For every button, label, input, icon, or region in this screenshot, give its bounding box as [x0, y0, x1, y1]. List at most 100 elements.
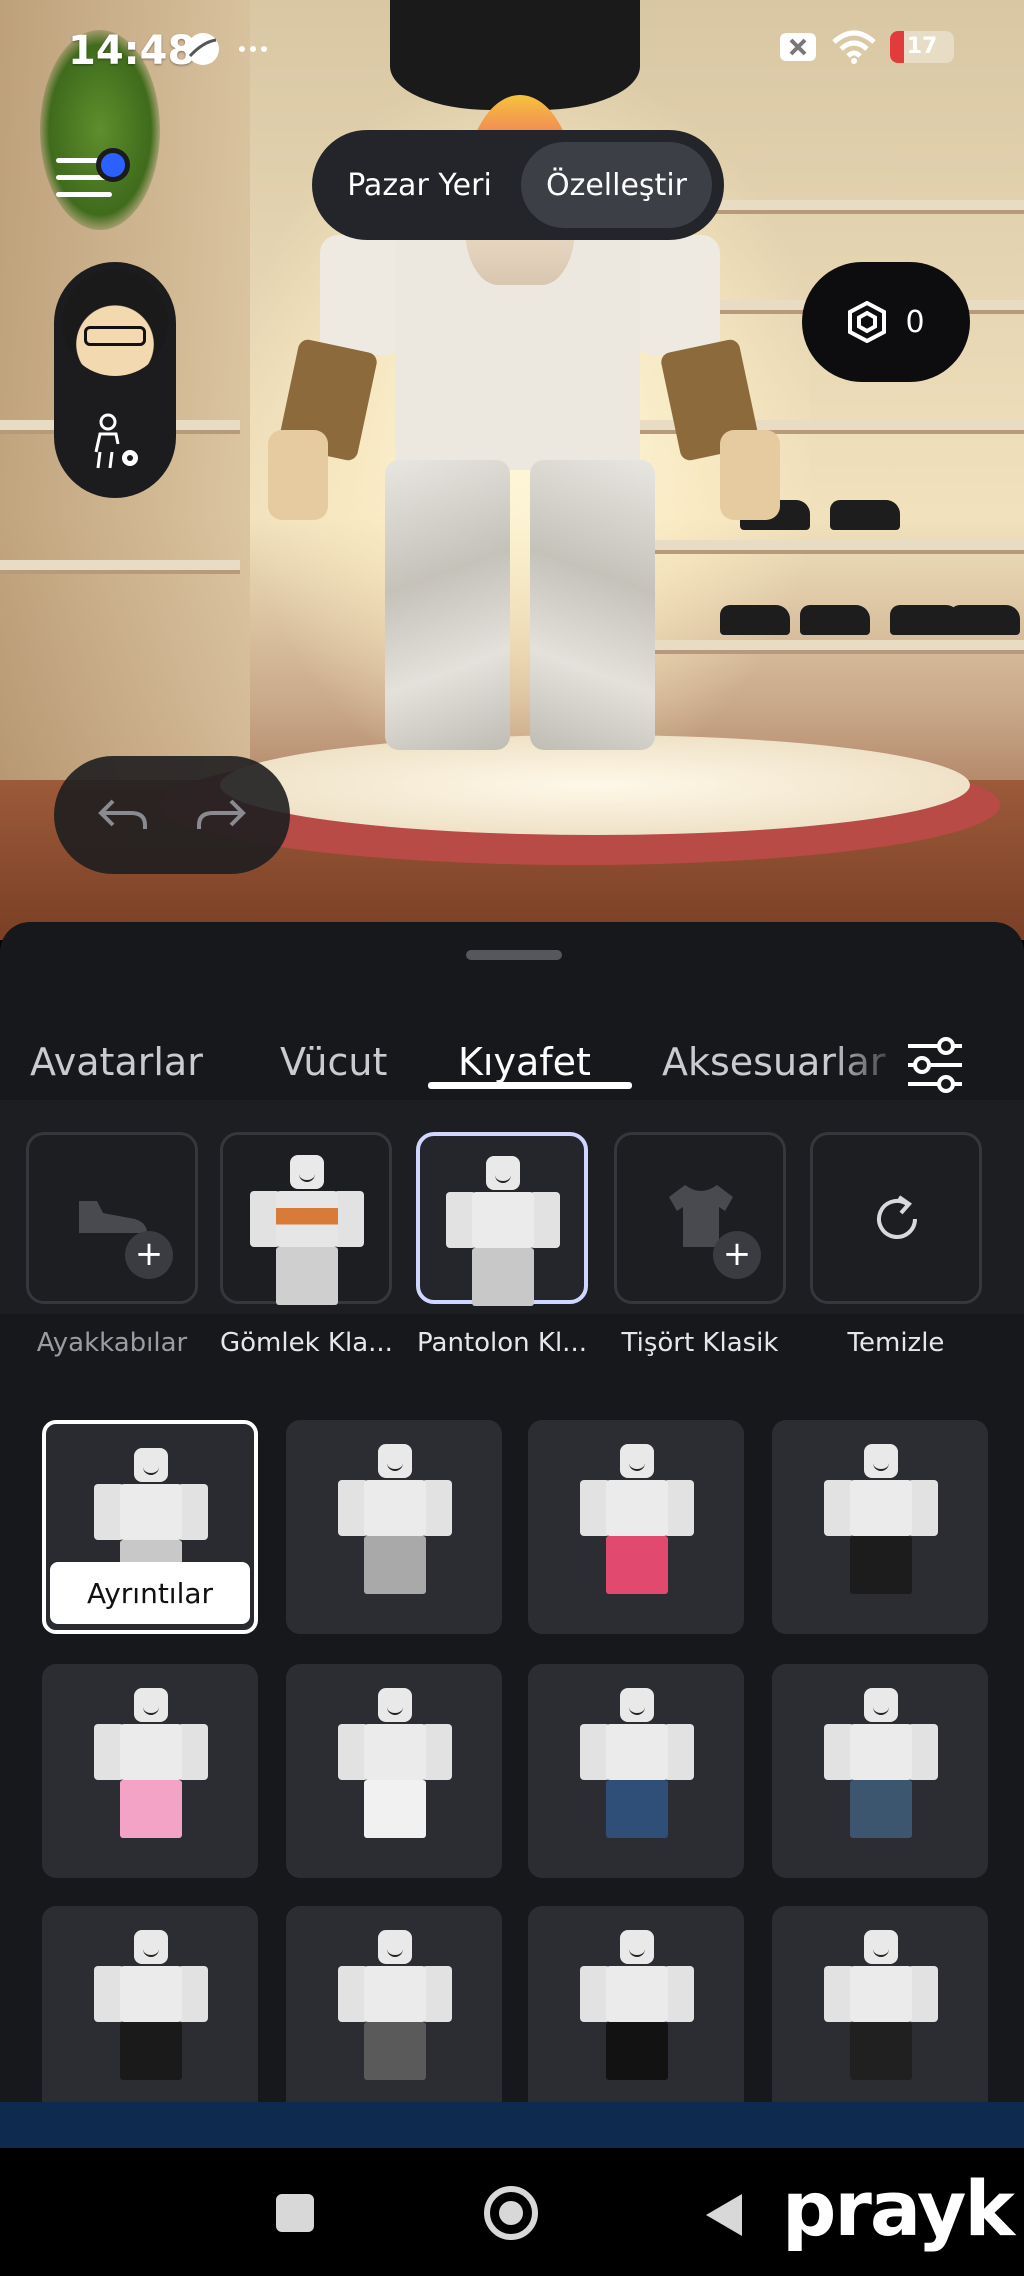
thumbnail-head — [134, 1448, 168, 1482]
subcategory-row: + Ayakkabılar Gömlek Kla... Pantolon Kl.… — [0, 1100, 1024, 1358]
thumbnail-head — [134, 1688, 168, 1722]
subcategory-shoes[interactable]: + Ayakkabılar — [26, 1132, 198, 1358]
details-button[interactable]: Ayrıntılar — [50, 1562, 250, 1624]
tab-avatars[interactable]: Avatarlar — [30, 1040, 203, 1084]
thumbnail-legs — [850, 2022, 912, 2080]
subcategory-classic-shirt[interactable]: Gömlek Kla... — [220, 1132, 393, 1358]
avatar-shoulder — [320, 235, 405, 355]
robux-balance: 0 — [905, 304, 925, 340]
redo-icon[interactable] — [195, 795, 247, 835]
status-bar: 14:48 17 — [0, 0, 1024, 104]
thumbnail-head — [864, 1688, 898, 1722]
item-tile[interactable] — [528, 1664, 744, 1878]
item-tile[interactable] — [42, 1906, 258, 2120]
thumbnail-torso — [120, 1966, 182, 2022]
item-tile[interactable] — [772, 1906, 988, 2120]
item-tile[interactable]: Ayrıntılar — [42, 1420, 258, 1634]
recents-button[interactable] — [276, 2194, 314, 2232]
item-tile[interactable] — [772, 1664, 988, 1878]
thumbnail-head — [134, 1930, 168, 1964]
thumbnail-head — [620, 1444, 654, 1478]
thumbnail-arm — [530, 1192, 560, 1248]
item-tile[interactable] — [286, 1664, 502, 1878]
battery-level: 17 — [906, 34, 938, 59]
item-tile[interactable] — [286, 1906, 502, 2120]
subcategory-classic-pants[interactable]: Pantolon Kl... — [416, 1132, 588, 1358]
item-thumbnail — [576, 1444, 696, 1594]
item-thumbnail — [334, 1444, 454, 1594]
filter-settings-icon[interactable] — [902, 1032, 968, 1098]
thumbnail-arm — [664, 1724, 694, 1780]
shelf — [0, 560, 240, 574]
avatar-hand — [268, 430, 328, 520]
avatar-hand — [720, 430, 780, 520]
tab-marketplace[interactable]: Pazar Yeri — [324, 142, 515, 228]
item-tile[interactable] — [772, 1420, 988, 1634]
subcategory-tile: + — [614, 1132, 786, 1304]
item-thumbnail — [820, 1444, 940, 1594]
avatar-profile-panel — [54, 262, 176, 498]
item-tile[interactable] — [528, 1420, 744, 1634]
item-thumbnail — [90, 1930, 210, 2080]
thumbnail-legs — [364, 1780, 426, 1838]
watermark-logo-bottom: prayk — [782, 2164, 1024, 2276]
thumbnail-legs — [850, 1536, 912, 1594]
subcategory-label: Pantolon Kl... — [417, 1328, 587, 1358]
item-tile[interactable] — [42, 1664, 258, 1878]
thumbnail-legs — [850, 1780, 912, 1838]
status-icons-right: 17 — [778, 30, 954, 64]
thumbnail-legs — [606, 2022, 668, 2080]
avatar-headshot[interactable] — [62, 270, 168, 376]
notification-dot-icon — [96, 148, 130, 182]
thumbnail-arm — [178, 1724, 208, 1780]
avatar-model[interactable] — [268, 0, 780, 790]
menu-icon-line — [56, 192, 112, 197]
robux-icon — [848, 301, 887, 343]
thumbnail-torso — [472, 1192, 534, 1248]
item-thumbnail — [820, 1930, 940, 2080]
thumbnail-torso — [606, 1724, 668, 1780]
avatar-settings-icon[interactable] — [88, 412, 144, 472]
item-thumbnail — [90, 1688, 210, 1838]
sheet-grabber[interactable] — [466, 950, 562, 960]
thumbnail-torso — [850, 1724, 912, 1780]
back-button[interactable] — [706, 2194, 742, 2236]
thumbnail-legs — [472, 1248, 534, 1306]
home-button[interactable] — [484, 2186, 538, 2240]
thumbnail-torso — [120, 1484, 182, 1540]
subcategory-label: Temizle — [847, 1328, 945, 1358]
thumbnail-head — [486, 1156, 520, 1190]
battery-indicator: 17 — [890, 31, 954, 63]
wifi-icon — [832, 30, 876, 64]
item-thumbnail — [820, 1688, 940, 1838]
thumbnail-head — [620, 1930, 654, 1964]
undo-icon[interactable] — [97, 795, 149, 835]
subcategory-clear[interactable]: Temizle — [810, 1132, 982, 1358]
tab-body[interactable]: Vücut — [280, 1040, 387, 1084]
item-tile[interactable] — [286, 1420, 502, 1634]
thumbnail-arm — [178, 1966, 208, 2022]
thumbnail-arm — [334, 1191, 364, 1247]
app-bottom-nav — [0, 2102, 1024, 2148]
thumbnail-arm — [908, 1966, 938, 2022]
thumbnail-legs — [364, 1536, 426, 1594]
thumbnail-head — [864, 1444, 898, 1478]
undo-redo-controls — [54, 756, 290, 874]
shirt-thumbnail — [246, 1155, 366, 1305]
thumbnail-torso — [850, 1966, 912, 2022]
thumbnail-arm — [178, 1484, 208, 1540]
tab-customize[interactable]: Özelleştir — [521, 142, 712, 228]
subcategory-label: Ayakkabılar — [36, 1328, 188, 1358]
thumbnail-torso — [364, 1480, 426, 1536]
shoe-display — [800, 605, 870, 635]
tab-clothing[interactable]: Kıyafet — [458, 1040, 591, 1084]
add-icon: + — [713, 1231, 761, 1279]
no-sim-icon — [780, 33, 816, 61]
customize-sheet: Avatarlar Vücut Kıyafet Aksesuarlar + Ay… — [0, 922, 1024, 2148]
pants-thumbnail — [442, 1156, 562, 1306]
thumbnail-arm — [422, 1966, 452, 2022]
thumbnail-legs — [276, 1247, 338, 1305]
robux-balance-button[interactable]: 0 — [802, 262, 970, 382]
item-tile[interactable] — [528, 1906, 744, 2120]
subcategory-classic-tshirt[interactable]: + Tişört Klasik — [614, 1132, 786, 1358]
